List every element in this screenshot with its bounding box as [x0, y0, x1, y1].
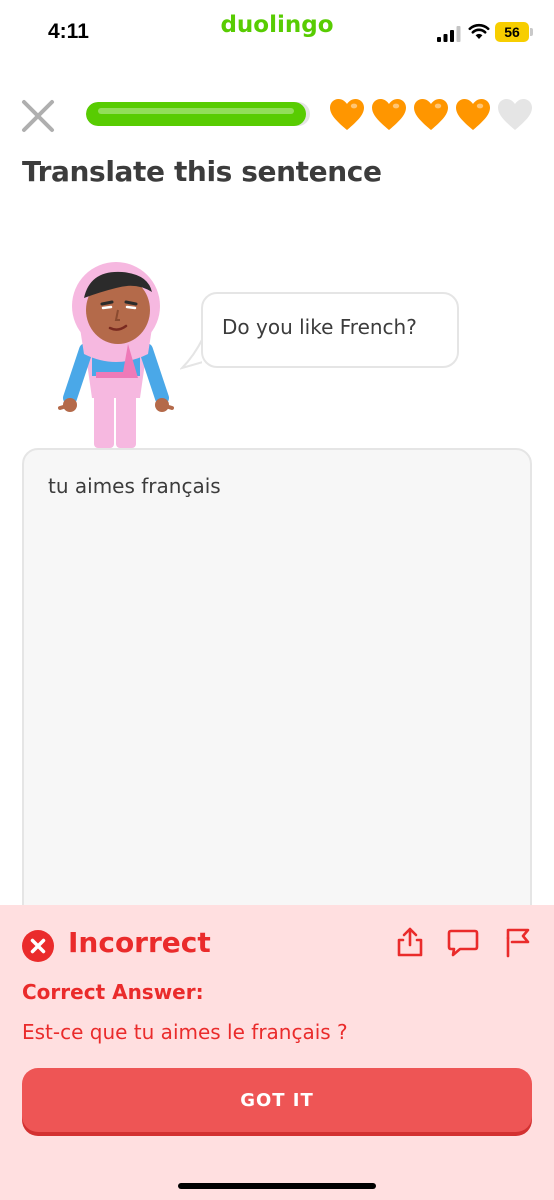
battery-icon: 56 [495, 22, 529, 42]
heart-icon [372, 99, 406, 130]
heart-icon [414, 99, 448, 130]
prompt-text[interactable]: Do you like French? [222, 315, 417, 339]
answer-input[interactable] [22, 448, 532, 948]
incorrect-icon [22, 930, 54, 962]
answer-text: tu aimes français [48, 474, 221, 498]
status-bar: 4:11 duolingo 56 [0, 0, 554, 64]
hearts-meter [328, 96, 534, 136]
heart-icon [330, 99, 364, 130]
page-title: Translate this sentence [22, 155, 382, 188]
correct-answer-text[interactable]: Est-ce que tu aimes le français ? [22, 1020, 348, 1044]
flag-icon[interactable] [500, 926, 532, 958]
wifi-icon [468, 23, 490, 39]
got-it-button[interactable]: GOT IT [22, 1068, 532, 1132]
correct-answer-label: Correct Answer: [22, 980, 204, 1004]
home-indicator[interactable] [178, 1183, 376, 1189]
lesson-progress-bar [86, 102, 310, 126]
share-icon[interactable] [395, 926, 425, 958]
signal-icon [437, 26, 461, 42]
feedback-title: Incorrect [68, 926, 211, 959]
heart-icon [456, 99, 490, 130]
progress-fill [86, 102, 306, 126]
heart-empty-icon [498, 99, 532, 130]
progress-shine [98, 108, 294, 114]
character-illustration [58, 262, 174, 448]
comment-icon[interactable] [446, 928, 480, 958]
battery-tip [530, 28, 533, 36]
close-icon[interactable] [20, 98, 56, 134]
